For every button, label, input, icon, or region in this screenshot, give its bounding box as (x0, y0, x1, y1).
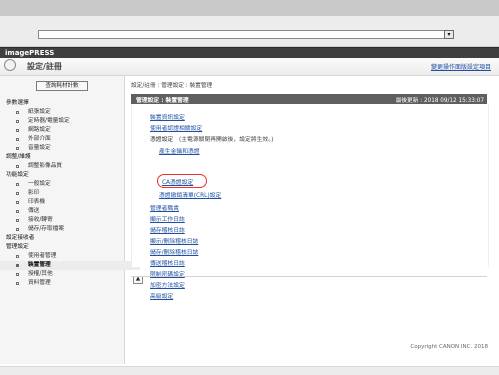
sidebar-item-label: 定時器/電量設定 (28, 118, 70, 124)
sidebar-section-label: 參數選擇 (6, 100, 29, 106)
brand-label: imagePRESS (5, 49, 55, 57)
show-job-log-link[interactable]: 顯示工作日誌 (150, 214, 185, 223)
gear-icon (4, 59, 16, 71)
sidebar-item-label: 影印 (28, 190, 40, 196)
panel-header: 管理設定 : 裝置管理 最後更新 : 2018 09/12 15:33:07 (131, 94, 487, 104)
certificate-settings-hint: (主電源關閉再開啟後，設定將生效。) (179, 137, 274, 143)
chevron-down-icon[interactable]: ▾ (444, 30, 454, 39)
sidebar-item[interactable]: 儲存/存取檔案 (0, 225, 140, 234)
save-audit-log-link[interactable]: 儲存稽核日誌 (150, 225, 185, 234)
bullet-icon (16, 138, 19, 141)
sidebar-item[interactable]: 一般設定 (0, 180, 140, 189)
crl-settings-link[interactable]: 憑證撤銷清單(CRL)設定 (159, 190, 221, 199)
sidebar-item-label: 音量設定 (28, 145, 51, 151)
sidebar-item[interactable]: 資料管理 (0, 279, 140, 288)
sidebar-item[interactable]: 印表機 (0, 198, 140, 207)
sidebar-item-label: 授權/其他 (28, 271, 53, 277)
user-authentication-settings-link[interactable]: 使用者認證相關設定 (150, 123, 202, 132)
sidebar-item[interactable]: 定時器/電量設定 (0, 117, 140, 126)
sidebar-item-label: 使用者管理 (28, 253, 57, 259)
bullet-icon (16, 192, 19, 195)
sidebar-item[interactable]: 授權/其他 (0, 270, 140, 279)
save-delete-audit-log-link[interactable]: 儲存/刪除稽核日誌 (150, 247, 198, 256)
bullet-icon (16, 273, 19, 276)
sidebar-section: 參數選擇 (0, 99, 130, 108)
sidebar-item[interactable]: 調整影像品質 (0, 162, 140, 171)
sidebar-section: 設定接收者 (0, 234, 130, 243)
sidebar-item[interactable]: 接收/轉寄 (0, 216, 140, 225)
sidebar-item-label: 接收/轉寄 (28, 217, 53, 223)
show-delete-audit-log-link[interactable]: 顯示/刪除稽核日誌 (150, 236, 198, 245)
page-title: 設定/註冊 (27, 62, 62, 71)
window-top-strip (0, 0, 499, 17)
sidebar-item[interactable]: 使用者管理 (0, 252, 140, 261)
sidebar-item[interactable]: 網路設定 (0, 126, 140, 135)
sidebar-item[interactable]: 外部介面 (0, 135, 140, 144)
bullet-icon (16, 183, 19, 186)
sidebar-section: 功能設定 (0, 171, 130, 180)
sidebar-item[interactable]: 影印 (0, 189, 140, 198)
bullet-icon (16, 120, 19, 123)
sidebar: 查詢耗材計數 參數選擇紙張設定定時器/電量設定 網路設定外部介面音量設定調整/維護… (0, 76, 140, 364)
sidebar-item-label: 裝置管理 (28, 262, 51, 268)
sidebar-section-label: 設定接收者 (6, 235, 35, 241)
sidebar-section-label: 功能設定 (6, 172, 29, 178)
address-field[interactable] (38, 30, 452, 39)
bullet-icon (16, 201, 19, 204)
bullet-icon (16, 111, 19, 114)
bullet-icon (16, 255, 19, 258)
bullet-icon (16, 282, 19, 285)
last-updated: 最後更新 : 2018 09/12 15:33:07 (395, 98, 484, 104)
device-info-settings-link[interactable]: 裝置資訊設定 (150, 112, 185, 121)
sidebar-section: 調整/維護 (0, 153, 130, 162)
sidebar-item[interactable]: 傳送 (0, 207, 140, 216)
send-audit-log-link[interactable]: 傳送稽核日誌 (150, 258, 185, 267)
sidebar-item-label: 調整影像品質 (28, 163, 63, 169)
sidebar-item-label: 一般設定 (28, 181, 51, 187)
check-counter-button[interactable]: 查詢耗材計數 (36, 81, 88, 91)
page-header: 設定/註冊 變更操作面版設定項目 (0, 58, 499, 76)
bullet-icon (16, 165, 19, 168)
encryption-method-settings-link[interactable]: 加密方法設定 (150, 280, 185, 289)
sidebar-section-label: 管理設定 (6, 244, 29, 250)
certificate-settings-label: 憑證設定 (150, 137, 174, 143)
breadcrumb: 設定/註冊 : 管理設定 : 裝置管理 (131, 83, 213, 89)
ca-certificate-settings-link[interactable]: CA憑證設定 (162, 177, 193, 186)
scroll-top-button[interactable]: ▲ (133, 276, 143, 284)
sidebar-item-label: 網路設定 (28, 127, 51, 133)
bullet-icon (16, 219, 19, 222)
panel-content: 裝置資訊設定 使用者認證相關設定 憑證設定 (主電源關閉再開啟後，設定將生效。)… (131, 104, 489, 300)
sidebar-item[interactable]: 紙張設定 (0, 108, 140, 117)
sidebar-item[interactable]: 裝置管理 (0, 261, 140, 270)
sidebar-item[interactable]: 音量設定 (0, 144, 140, 153)
sidebar-item-label: 紙張設定 (28, 109, 51, 115)
bullet-icon (16, 264, 19, 267)
sidebar-section: 管理設定 (0, 243, 130, 252)
bullet-icon (16, 228, 19, 231)
advanced-settings-link[interactable]: 高級設定 (150, 291, 173, 300)
sidebar-item-label: 資料管理 (28, 280, 51, 286)
bullet-icon (16, 147, 19, 150)
copyright: Copyright CANON INC. 2018 (410, 344, 488, 350)
panel-title: 管理設定 : 裝置管理 (136, 98, 189, 104)
bullet-icon (16, 210, 19, 213)
sidebar-item-label: 印表機 (28, 199, 46, 205)
content-divider (131, 276, 487, 277)
browser-toolbar: ▾ (0, 16, 499, 47)
sidebar-item-label: 外部介面 (28, 136, 51, 142)
change-menu-settings-link[interactable]: 變更操作面版設定項目 (431, 62, 491, 71)
admin-duties-link[interactable]: 管理者職責 (150, 203, 179, 212)
bullet-icon (16, 129, 19, 132)
sidebar-section-label: 調整/維護 (6, 154, 31, 160)
generate-key-and-certificate-link[interactable]: 產生金鑰和憑證 (159, 146, 200, 155)
sidebar-item-label: 傳送 (28, 208, 40, 214)
sidebar-item-label: 儲存/存取檔案 (28, 226, 65, 232)
